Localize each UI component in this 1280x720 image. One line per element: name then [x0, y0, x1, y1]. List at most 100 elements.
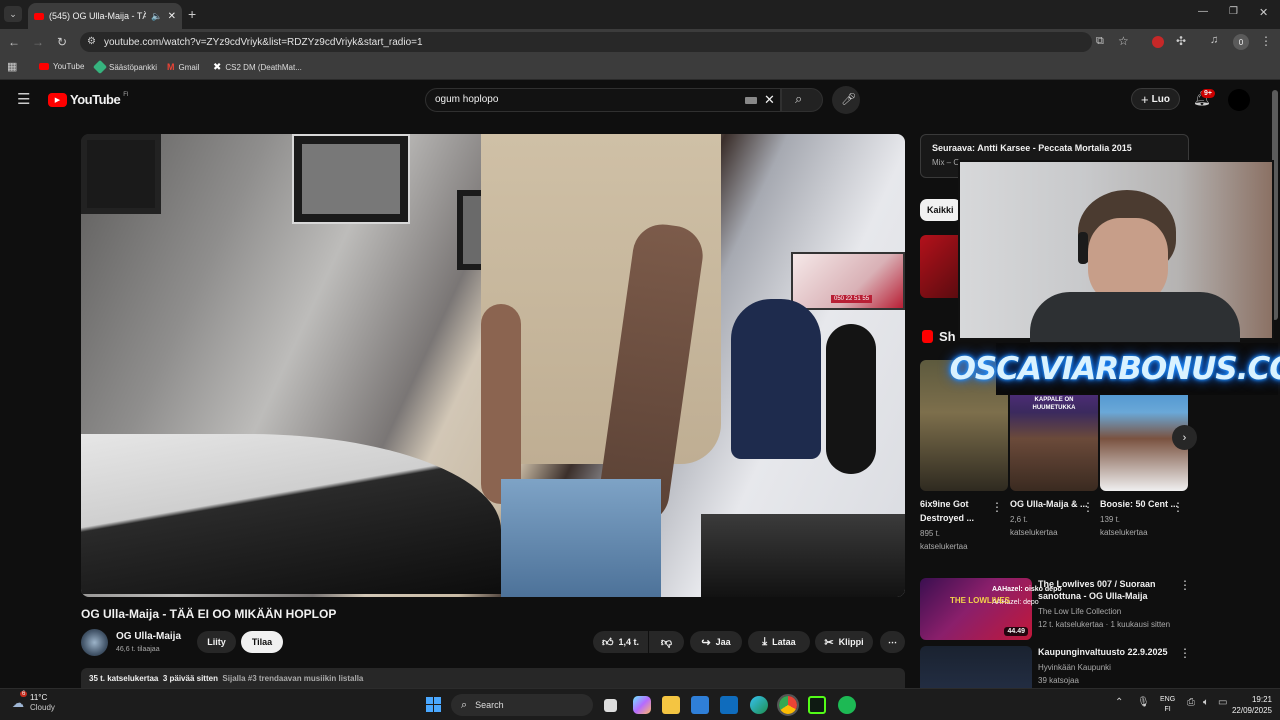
- file-explorer-icon[interactable]: [662, 696, 680, 714]
- minimize-icon[interactable]: —: [1198, 6, 1208, 17]
- more-actions-button[interactable]: ⋯: [880, 631, 905, 653]
- trending-text: Sijalla #3 trendaavan musiikin listalla: [222, 674, 364, 683]
- tab-title: (545) OG Ulla-Maija - TÄÄ E: [49, 11, 147, 21]
- copilot-icon[interactable]: [633, 696, 651, 714]
- weather-widget[interactable]: ☁ 11°C Cloudy 6: [12, 691, 55, 713]
- close-tab-icon[interactable]: ✕: [168, 11, 176, 22]
- edge-icon[interactable]: [750, 696, 768, 714]
- clip-button[interactable]: ✂ Klippi: [815, 631, 873, 653]
- recommended-menu-icon[interactable]: ⋮: [1179, 646, 1191, 660]
- forward-icon[interactable]: →: [32, 35, 44, 49]
- address-bar[interactable]: ⚙ youtube.com/watch?v=ZYz9cdVriyk&list=R…: [80, 32, 1092, 52]
- taskbar-search-label: Search: [475, 700, 504, 710]
- microphone-icon: 🎤︎: [841, 92, 857, 106]
- keyboard-icon[interactable]: [745, 97, 757, 104]
- restore-icon[interactable]: ❐: [1229, 6, 1238, 17]
- short-views: 895 t. katselukertaa: [920, 527, 1009, 553]
- recommended-thumbnail: AAHazel: oisko depo AAHazel: depo THE LO…: [920, 578, 1062, 640]
- upload-age: 3 päivää sitten: [162, 674, 218, 683]
- task-view-icon[interactable]: [604, 699, 617, 712]
- search-icon: ⌕: [461, 698, 468, 711]
- profile-avatar[interactable]: 0: [1233, 34, 1249, 50]
- download-button[interactable]: ⤓ Lataa: [748, 631, 810, 653]
- site-info-icon[interactable]: ⚙: [87, 36, 96, 47]
- bookmark-star-icon[interactable]: ☆: [1118, 34, 1129, 48]
- extension-red-icon[interactable]: [1152, 36, 1164, 48]
- tray-chevron-up-icon[interactable]: ⌃: [1115, 697, 1123, 708]
- apps-grid-icon[interactable]: ▦: [7, 60, 17, 73]
- media-control-icon[interactable]: ♫: [1210, 34, 1218, 46]
- short-views-num: 139 t.: [1100, 515, 1121, 524]
- language-indicator[interactable]: ENG FI: [1160, 695, 1175, 715]
- tv-phone: 050 22 51 55: [831, 295, 873, 303]
- bookmark-label: Säästöpankki: [109, 62, 158, 72]
- like-button[interactable]: 👍︎ 1,4 t.: [593, 631, 648, 653]
- tray-mic-icon[interactable]: 🎙︎: [1137, 697, 1150, 708]
- tab-active[interactable]: (545) OG Ulla-Maija - TÄÄ E 🔈 ✕: [28, 3, 182, 29]
- bookmark-cs2[interactable]: ✖ CS2 DM (DeathMat...: [213, 62, 302, 73]
- shorts-next-button[interactable]: ›: [1172, 425, 1197, 450]
- back-icon[interactable]: ←: [8, 35, 20, 49]
- network-icon[interactable]: ⎙: [1187, 697, 1195, 708]
- browser-menu-icon[interactable]: ⋮: [1260, 34, 1272, 48]
- youtube-logo[interactable]: ▶ YouTube FI: [48, 92, 129, 107]
- account-avatar[interactable]: [1228, 89, 1250, 111]
- download-icon: ⤓: [762, 635, 768, 648]
- clear-search-icon[interactable]: ✕: [764, 92, 775, 108]
- youtube-favicon-icon: [34, 12, 44, 20]
- app-icon-green[interactable]: [808, 696, 826, 714]
- bookmark-youtube[interactable]: YouTube: [39, 62, 84, 71]
- chip-all[interactable]: Kaikki: [920, 199, 961, 221]
- video-title: OG Ulla-Maija - TÄÄ EI OO MIKÄÄN HOPLOP: [81, 607, 337, 621]
- weather-desc: Cloudy: [30, 703, 55, 712]
- bookmark-gmail[interactable]: M Gmail: [167, 62, 199, 72]
- up-next-prefix: Seuraava:: [932, 143, 976, 153]
- short-views-label: katselukertaa: [920, 542, 968, 551]
- reload-icon[interactable]: ↻: [57, 35, 67, 49]
- frame-picture-left: [81, 134, 161, 214]
- spotify-icon[interactable]: [838, 696, 856, 714]
- description-box[interactable]: 35 t. katselukertaa 3 päivää sitten Sija…: [81, 668, 905, 688]
- extensions-puzzle-icon[interactable]: ✣: [1176, 34, 1186, 48]
- join-button[interactable]: Liity: [197, 631, 236, 653]
- bookmark-saastopankki[interactable]: Säästöpankki: [92, 59, 158, 75]
- store-icon[interactable]: [691, 696, 709, 714]
- hamburger-menu-icon[interactable]: ☰: [17, 90, 30, 108]
- lang-secondary: FI: [1164, 706, 1171, 713]
- chrome-icon[interactable]: [777, 694, 799, 716]
- recommended-menu-icon[interactable]: ⋮: [1179, 578, 1191, 592]
- new-tab-icon[interactable]: +: [188, 6, 196, 22]
- notifications-badge: 9+: [1201, 89, 1215, 98]
- short-menu-icon[interactable]: ⋮: [1172, 500, 1184, 514]
- dislike-button[interactable]: 👎︎: [649, 631, 684, 653]
- short-menu-icon[interactable]: ⋮: [991, 500, 1003, 514]
- share-button[interactable]: ↪ Jaa: [690, 631, 742, 653]
- channel-name[interactable]: OG Ulla-Maija: [116, 631, 181, 642]
- recommended-video[interactable]: Kaupunginvaltuusto 22.9.2025 Hyvinkään K…: [920, 646, 1191, 688]
- start-button[interactable]: [426, 697, 441, 712]
- thumbs-down-icon: 👎︎: [660, 636, 673, 649]
- recommended-thumb-top[interactable]: [920, 235, 960, 298]
- logo-region: FI: [123, 91, 129, 98]
- create-button[interactable]: + Luo: [1131, 88, 1180, 110]
- channel-avatar[interactable]: [81, 629, 108, 656]
- volume-icon[interactable]: 🔈︎: [1203, 697, 1209, 708]
- subscriber-count: 46,6 t. tilaajaa: [116, 646, 160, 653]
- install-app-icon[interactable]: ⧉: [1096, 35, 1104, 48]
- tab-search-icon[interactable]: ⌄: [4, 6, 22, 22]
- subscribe-button[interactable]: Tilaa: [241, 631, 283, 653]
- logo-text: YouTube: [70, 92, 121, 107]
- search-input[interactable]: ogum hoplopo ✕: [425, 88, 781, 112]
- cloud-icon: ☁: [12, 696, 24, 710]
- short-menu-icon[interactable]: ⋮: [1082, 500, 1094, 514]
- speaker-icon[interactable]: 🔈: [151, 11, 162, 22]
- recommended-video[interactable]: AAHazel: oisko depo AAHazel: depo THE LO…: [920, 578, 1191, 640]
- outlook-icon[interactable]: [720, 696, 738, 714]
- clock[interactable]: 19:21 22/09/2025: [1226, 694, 1272, 716]
- search-button[interactable]: ⌕: [781, 88, 823, 112]
- bookmark-label: YouTube: [53, 62, 85, 71]
- taskbar-search[interactable]: ⌕ Search: [451, 694, 593, 716]
- close-window-icon[interactable]: ✕: [1259, 6, 1268, 19]
- voice-search-button[interactable]: 🎤︎: [832, 86, 860, 114]
- video-player[interactable]: 050 22 51 55: [81, 134, 905, 597]
